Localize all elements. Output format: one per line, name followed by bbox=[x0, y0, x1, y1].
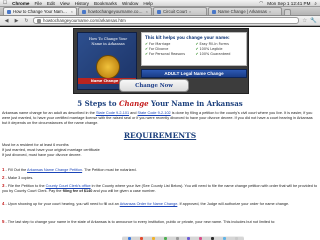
menubar-status-area: ◠ Mon Sep 1 12:41 PM ⌕ bbox=[259, 0, 317, 6]
adult-name-change-banner: ADULT Legal Name Change bbox=[141, 69, 247, 78]
check-icon: ✔ bbox=[145, 42, 149, 46]
step-2: 2 - Make 3 copies. bbox=[2, 175, 318, 181]
check-icon: ✔ bbox=[145, 52, 149, 56]
menu-file[interactable]: File bbox=[34, 1, 41, 6]
requirement-item: If just divorced, must have your divorce… bbox=[2, 153, 82, 157]
petition-link[interactable]: Arkansas Name Change Petition bbox=[27, 168, 82, 172]
wifi-icon[interactable]: ◠ bbox=[259, 0, 263, 6]
state-code-link[interactable]: State Code 9-2-101 bbox=[96, 111, 129, 115]
step-text: . The Petition must be notarized. bbox=[82, 168, 137, 172]
menu-history[interactable]: History bbox=[75, 1, 89, 6]
feature-label: For Divorce bbox=[149, 47, 169, 51]
reload-button[interactable]: ↻ bbox=[23, 17, 30, 24]
tab-title: howtochangeyourname.com/arkansas bbox=[88, 9, 144, 14]
macos-menubar:  Chrome File Edit View History Bookmark… bbox=[0, 0, 320, 7]
state-seal-icon bbox=[96, 55, 120, 79]
url-text[interactable]: howtochangeyourname.com/arkansas.htm bbox=[43, 18, 126, 23]
step-4: 4 - Upon showing up for your court heari… bbox=[2, 201, 318, 207]
web-page: How To Change Your Name in Arkansas Name… bbox=[0, 27, 320, 240]
favicon-icon bbox=[212, 9, 216, 14]
bookmark-star-icon[interactable]: ☆ bbox=[302, 18, 307, 24]
feature-item: ✔ Easy Fill-In Forms bbox=[196, 42, 244, 46]
step-text: - The last step to change your name in t… bbox=[4, 220, 276, 224]
check-icon: ✔ bbox=[195, 47, 199, 51]
browser-tab[interactable]: howtochangeyourname.com/arkansas × bbox=[78, 7, 152, 15]
feature-item: ✔ For Marriage bbox=[145, 42, 193, 46]
check-icon: ✔ bbox=[195, 52, 199, 56]
favicon-icon bbox=[7, 9, 11, 14]
feature-label: 100% Legible bbox=[199, 47, 223, 51]
check-icon: ✔ bbox=[145, 47, 149, 51]
back-button[interactable]: ◀ bbox=[3, 17, 10, 24]
county-clerk-link[interactable]: County Court Clerk's office bbox=[46, 184, 91, 188]
macos-dock bbox=[122, 236, 244, 240]
menu-bookmarks[interactable]: Bookmarks bbox=[94, 1, 117, 6]
feature-label: For Marriage bbox=[149, 42, 171, 46]
step-5: 5 - The last step to change your name in… bbox=[2, 219, 318, 225]
feature-label: For Personal Reasons bbox=[149, 52, 186, 56]
step-text: and you will be given a case number. bbox=[92, 189, 156, 193]
intro-text: Arkansas name change for an adult as des… bbox=[2, 111, 96, 115]
close-icon[interactable]: × bbox=[189, 9, 191, 14]
step-1: 1 - Fill Out the Arkansas Name Change Pe… bbox=[2, 167, 318, 173]
check-icon: ✔ bbox=[195, 42, 199, 46]
heading-suffix: Your Name in Arkansas bbox=[148, 99, 243, 108]
features-title: This kit helps you change your name: bbox=[145, 35, 230, 40]
feature-item: ✔ 100% Guaranteed bbox=[196, 52, 244, 56]
menu-app-name[interactable]: Chrome bbox=[12, 1, 29, 6]
step-text: - Fill Out the bbox=[4, 168, 28, 172]
step-text: - Make 3 copies. bbox=[4, 176, 34, 180]
state-code-link[interactable]: State Code 9-2-102 bbox=[138, 111, 171, 115]
browser-tab[interactable]: Name Change | Arkansas × bbox=[208, 7, 282, 15]
favicon-icon bbox=[157, 9, 161, 14]
features-panel: This kit helps you change your name: ✔ Fo… bbox=[141, 32, 247, 66]
feature-item: ✔ For Personal Reasons bbox=[145, 52, 193, 56]
step-text: . If approved, the Judge will authorize … bbox=[177, 202, 290, 206]
intro-text: and bbox=[129, 111, 138, 115]
browser-tab[interactable]: Circuit Court × bbox=[153, 7, 207, 15]
intro-paragraph: Arkansas name change for an adult as des… bbox=[2, 111, 318, 126]
wrench-menu-icon[interactable]: 🔧 bbox=[310, 18, 317, 24]
step-text: - Upon showing up for your court hearing… bbox=[4, 202, 120, 206]
step-text: - File the Petition to the bbox=[4, 184, 46, 188]
page-title: 5 Steps to Change Your Name in Arkansas bbox=[0, 99, 320, 108]
menu-help[interactable]: Help bbox=[143, 1, 152, 6]
feature-label: Easy Fill-In Forms bbox=[199, 42, 229, 46]
step-3: 3 - File the Petition to the County Cour… bbox=[2, 183, 318, 194]
new-tab-button[interactable] bbox=[284, 9, 291, 15]
features-list: ✔ For Marriage ✔ Easy Fill-In Forms ✔ For D… bbox=[145, 42, 243, 56]
close-icon[interactable]: × bbox=[269, 9, 271, 14]
feature-label: 100% Guaranteed bbox=[199, 52, 231, 56]
tab-title: How to Change Your Name in Arkansas bbox=[13, 9, 69, 14]
heading-emphasis: Change bbox=[118, 99, 149, 108]
feature-item: ✔ 100% Legible bbox=[196, 47, 244, 51]
requirements-heading: REQUIREMENTS bbox=[123, 131, 197, 140]
browser-tab-bar: How to Change Your Name in Arkansas × ho… bbox=[0, 7, 320, 16]
apple-menu-icon[interactable]:  bbox=[3, 0, 7, 7]
requirements-list: Must be a resident for at least 6 months… bbox=[2, 143, 318, 158]
browser-tab[interactable]: How to Change Your Name in Arkansas × bbox=[3, 7, 77, 15]
forward-button[interactable]: ▶ bbox=[13, 17, 20, 24]
tab-title: Circuit Court bbox=[163, 9, 187, 14]
browser-toolbar: ◀ ▶ ↻ howtochangeyourname.com/arkansas.h… bbox=[0, 16, 320, 26]
heading-prefix: 5 Steps to bbox=[77, 99, 119, 108]
book-title: How To Change Your Name in Arkansas bbox=[88, 37, 128, 46]
filing-fee-text: filing fee of $140 bbox=[62, 189, 93, 193]
menu-edit[interactable]: Edit bbox=[47, 1, 55, 6]
tab-title: Name Change | Arkansas bbox=[218, 9, 267, 14]
close-icon[interactable]: × bbox=[146, 9, 148, 14]
address-bar[interactable]: howtochangeyourname.com/arkansas.htm bbox=[33, 17, 300, 24]
feature-item: ✔ For Divorce bbox=[145, 47, 193, 51]
menu-window[interactable]: Window bbox=[122, 1, 138, 6]
close-icon[interactable]: × bbox=[71, 9, 73, 14]
page-icon bbox=[37, 18, 41, 23]
order-link[interactable]: Arkansas Order for Name Change bbox=[120, 202, 178, 206]
clock-text[interactable]: Mon Sep 1 12:41 PM bbox=[267, 1, 310, 6]
change-now-button[interactable]: Change Now bbox=[119, 79, 189, 92]
spotlight-icon[interactable]: ⌕ bbox=[314, 1, 317, 6]
favicon-icon bbox=[82, 9, 86, 14]
menu-view[interactable]: View bbox=[60, 1, 70, 6]
